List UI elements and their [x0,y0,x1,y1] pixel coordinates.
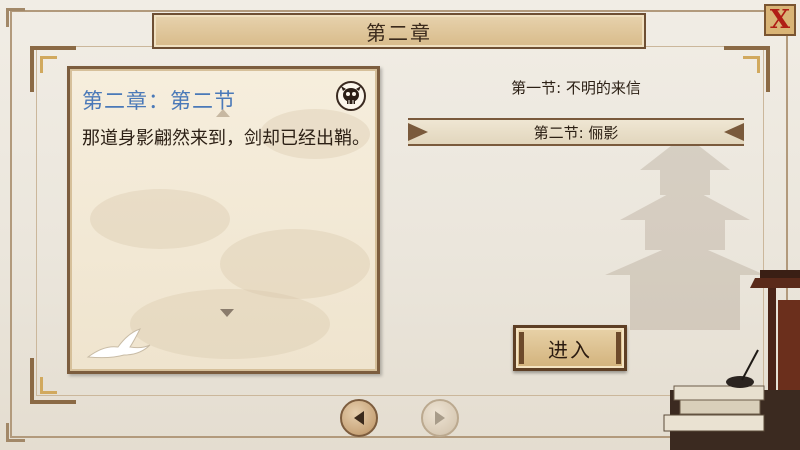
section-item-1[interactable]: 第一节: 不明的来信 [408,74,744,100]
cloud-pattern [130,289,330,359]
close-button[interactable]: X [764,4,796,36]
skull-emblem-icon[interactable] [336,81,366,111]
triangle-down-icon[interactable] [220,309,234,317]
corner-ornament-icon [6,423,25,442]
story-text: 那道身影翩然来到，剑却已经出鞘。 [82,128,370,149]
chapter-title: 第二章 [152,13,646,49]
cloud-pattern [90,189,230,249]
next-page-button[interactable] [421,399,459,437]
section-item-2-selected[interactable]: 第二节: 俪影 [408,118,744,146]
enter-button[interactable]: 进入 [513,325,627,371]
prev-page-button[interactable] [340,399,378,437]
story-card: 第二章：第二节 那道身影翩然来到，剑却已经出鞘。 [67,66,380,374]
crane-bird-icon [86,328,151,359]
close-x-icon: X [769,5,791,35]
left-arrow-icon [354,411,364,425]
section-title: 第二章：第二节 [82,89,236,113]
desk-scene-icon [663,270,800,450]
corner-ornament-icon [6,8,25,27]
right-arrow-icon [435,411,445,425]
triangle-up-icon[interactable] [216,109,230,117]
